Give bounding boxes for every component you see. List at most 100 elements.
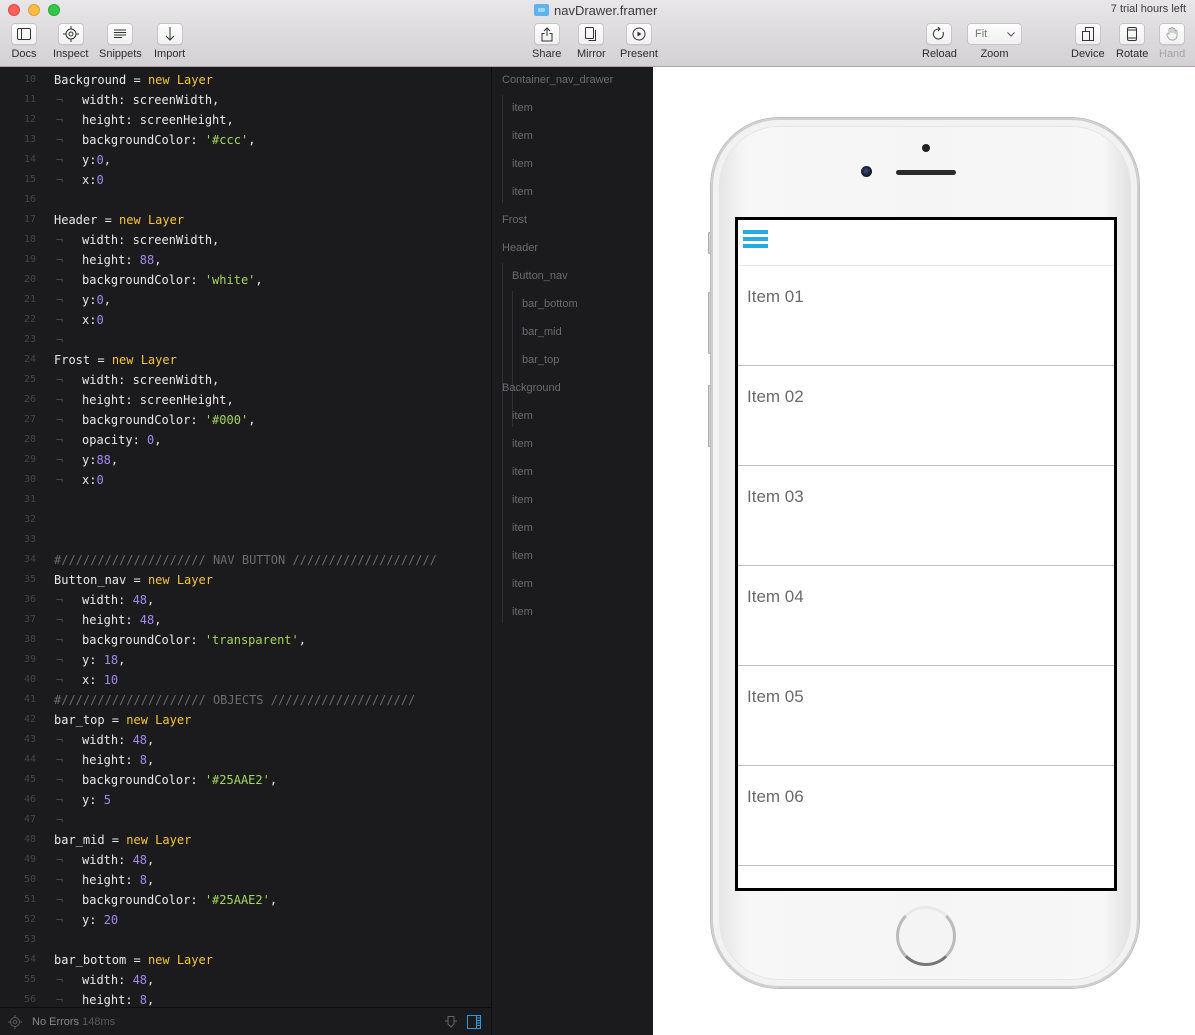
- share-label: Share: [532, 48, 562, 60]
- layer-item[interactable]: bar_bottom: [522, 291, 578, 319]
- tab-marker: ¬: [56, 873, 64, 887]
- code-text: height: 8,: [82, 870, 154, 890]
- code-editor[interactable]: 10 Background = new Layer 11 ¬ width: screen…: [0, 67, 491, 1007]
- list-item-label: Item 01: [747, 287, 804, 306]
- token-id: height:: [82, 993, 140, 1007]
- maximize-window-button[interactable]: [48, 4, 60, 16]
- line-number: 56: [23, 994, 36, 1005]
- token-id: backgroundColor:: [82, 413, 205, 427]
- layer-item[interactable]: item: [512, 515, 533, 543]
- token-kw: new Layer: [147, 73, 213, 87]
- device-button[interactable]: Device: [1071, 23, 1105, 60]
- line-number: 50: [23, 874, 36, 885]
- layer-item[interactable]: Frost: [502, 207, 527, 235]
- list-item[interactable]: Item 02: [738, 366, 1114, 466]
- code-text: x:0: [82, 170, 104, 190]
- import-button[interactable]: Import: [154, 23, 185, 60]
- close-window-button[interactable]: [8, 4, 20, 16]
- tab-marker: ¬: [56, 453, 64, 467]
- status-message: No Errors 148ms: [32, 1016, 115, 1028]
- line-number: 47: [23, 814, 36, 825]
- tab-marker: ¬: [56, 993, 64, 1007]
- mirror-label: Mirror: [577, 48, 606, 60]
- list-item[interactable]: Item 03: [738, 466, 1114, 566]
- layer-item[interactable]: item: [512, 431, 533, 459]
- zoom-control[interactable]: Fit Zoom: [967, 23, 1022, 60]
- list-item[interactable]: [738, 866, 1114, 888]
- mirror-button[interactable]: Mirror: [577, 23, 606, 60]
- layer-item[interactable]: bar_top: [522, 347, 559, 375]
- token-id: ,: [147, 873, 155, 887]
- code-text: height: screenHeight,: [82, 110, 234, 130]
- layer-item[interactable]: item: [512, 95, 533, 123]
- tab-marker: ¬: [56, 313, 64, 327]
- crosshair-icon[interactable]: [8, 1015, 22, 1029]
- line-number: 33: [23, 534, 36, 545]
- present-button[interactable]: Present: [620, 23, 658, 60]
- layer-item[interactable]: item: [512, 179, 533, 207]
- token-id: backgroundColor:: [82, 273, 205, 287]
- list-item-label: Item 03: [747, 487, 804, 506]
- hand-button[interactable]: Hand: [1159, 23, 1185, 60]
- bar-mid: [743, 237, 768, 241]
- earpiece-speaker: [896, 170, 956, 175]
- token-id: x:: [82, 673, 104, 687]
- tab-marker: ¬: [56, 233, 64, 247]
- token-num: 8: [139, 873, 148, 887]
- layer-item[interactable]: Button_nav: [512, 263, 568, 291]
- zoom-select[interactable]: Fit: [967, 23, 1022, 45]
- list-item[interactable]: Item 01: [738, 266, 1114, 366]
- code-text: width: screenWidth,: [82, 230, 219, 250]
- snippets-button[interactable]: Snippets: [99, 23, 142, 60]
- code-text: y:88,: [82, 450, 118, 470]
- code-text: backgroundColor: 'white',: [82, 270, 263, 290]
- token-id: bar_mid: [54, 833, 105, 847]
- list-item[interactable]: Item 04: [738, 566, 1114, 666]
- layer-item[interactable]: item: [512, 403, 533, 431]
- home-button[interactable]: [896, 906, 956, 966]
- code-text: x:0: [82, 310, 104, 330]
- layer-item[interactable]: item: [512, 487, 533, 515]
- token-id: height:: [82, 253, 140, 267]
- pin-icon[interactable]: [444, 1015, 458, 1029]
- layer-item[interactable]: item: [512, 571, 533, 599]
- list-item[interactable]: Item 05: [738, 666, 1114, 766]
- layer-item[interactable]: Header: [502, 235, 538, 263]
- line-number: 25: [23, 374, 36, 385]
- list-item[interactable]: Item 06: [738, 766, 1114, 866]
- inspect-button[interactable]: Inspect: [53, 23, 88, 60]
- layer-item[interactable]: item: [512, 151, 533, 179]
- layer-item[interactable]: Background: [502, 375, 561, 403]
- code-text: y: 5: [82, 790, 111, 810]
- line-number: 36: [23, 594, 36, 605]
- layer-item[interactable]: bar_mid: [522, 319, 562, 347]
- layer-item[interactable]: item: [512, 543, 533, 571]
- docs-button[interactable]: Docs: [11, 23, 37, 60]
- token-str: '#25AAE2': [204, 773, 270, 787]
- line-number: 15: [23, 174, 36, 185]
- layer-item[interactable]: Container_nav_drawer: [502, 67, 613, 95]
- line-number: 26: [23, 394, 36, 405]
- layer-item[interactable]: item: [512, 599, 533, 627]
- rotate-button[interactable]: Rotate: [1116, 23, 1148, 60]
- bar-bottom: [743, 244, 768, 248]
- code-text: Button_nav = new Layer: [54, 570, 213, 590]
- layers-panel-toggle-icon[interactable]: [467, 1015, 481, 1029]
- tab-marker: ¬: [56, 273, 64, 287]
- line-number: 31: [23, 494, 36, 505]
- tree-guide: [502, 403, 503, 623]
- hamburger-menu-icon[interactable]: [743, 230, 768, 252]
- code-text: width: 48,: [82, 590, 154, 610]
- camera-sensor: [861, 166, 872, 177]
- token-id: ,: [147, 733, 155, 747]
- docs-label: Docs: [11, 48, 37, 60]
- zoom-label: Zoom: [980, 48, 1009, 60]
- layer-item[interactable]: item: [512, 123, 533, 151]
- layer-item[interactable]: item: [512, 459, 533, 487]
- share-icon: [541, 26, 553, 41]
- minimize-window-button[interactable]: [28, 4, 40, 16]
- share-button[interactable]: Share: [532, 23, 561, 60]
- reload-button[interactable]: Reload: [922, 23, 957, 60]
- token-str: 'transparent': [204, 633, 299, 647]
- code-text: #//////////////////// NAV BUTTON ///////…: [54, 550, 437, 570]
